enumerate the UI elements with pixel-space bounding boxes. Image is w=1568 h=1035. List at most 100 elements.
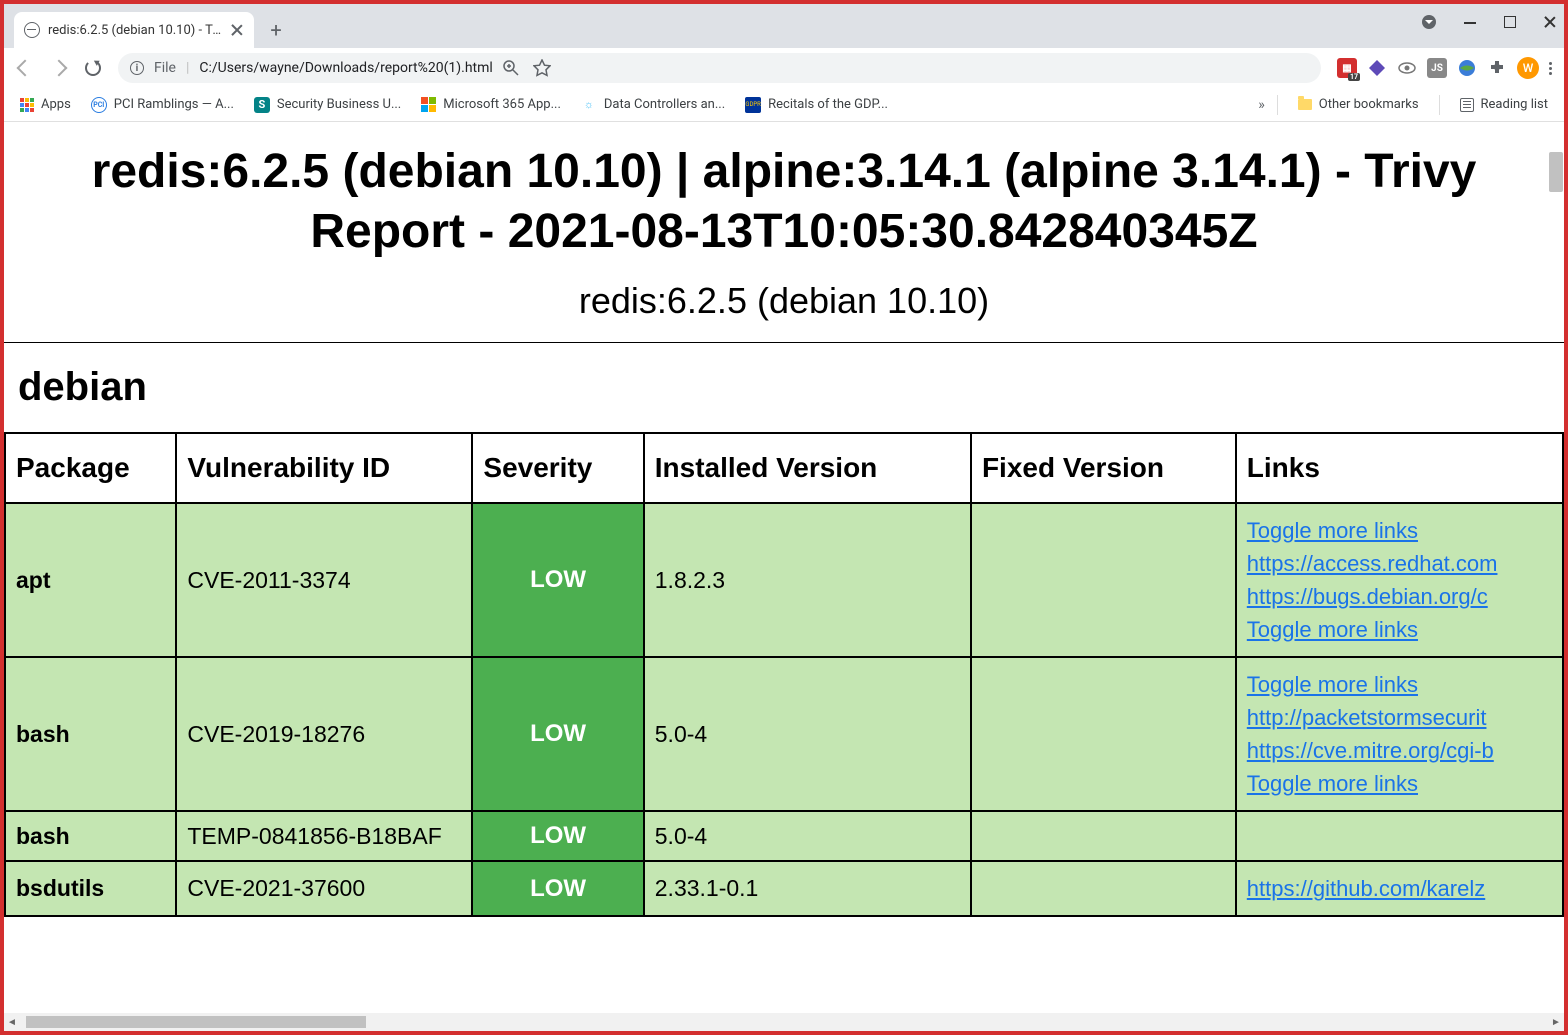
scroll-right-icon[interactable]: ► [1548, 1014, 1564, 1030]
globe-icon [24, 22, 40, 38]
extension-icon-1[interactable]: ▦17 [1337, 58, 1357, 78]
vuln-link[interactable]: https://cve.mitre.org/cgi-b [1247, 734, 1552, 767]
section-heading: debian [4, 343, 1564, 432]
cell-installed: 5.0-4 [644, 657, 971, 811]
cell-installed: 2.33.1-0.1 [644, 861, 971, 916]
cell-installed: 1.8.2.3 [644, 503, 971, 657]
extension-icon-2[interactable] [1367, 58, 1387, 78]
report-subtitle: redis:6.2.5 (debian 10.10) [4, 280, 1564, 342]
vuln-link[interactable]: http://packetstormsecurit [1247, 701, 1552, 734]
reading-list-icon [1460, 98, 1474, 112]
minimize-icon[interactable] [1464, 16, 1476, 28]
vuln-link[interactable]: Toggle more links [1247, 514, 1552, 547]
account-chevron-icon[interactable] [1422, 15, 1436, 29]
cell-links [1236, 811, 1563, 861]
report-content: redis:6.2.5 (debian 10.10) | alpine:3.14… [4, 122, 1564, 917]
col-package: Package [5, 433, 176, 503]
cell-package: apt [5, 503, 176, 657]
microsoft-icon [421, 97, 436, 112]
vertical-scrollbar[interactable] [1548, 122, 1564, 1013]
vulnerability-table: Package Vulnerability ID Severity Instal… [4, 432, 1564, 917]
cell-vuln: CVE-2021-37600 [176, 861, 472, 916]
sharepoint-icon: S [254, 97, 270, 113]
address-row: i File | C:/Users/wayne/Downloads/report… [4, 48, 1564, 88]
forward-button[interactable] [50, 59, 68, 77]
cell-vuln: TEMP-0841856-B18BAF [176, 811, 472, 861]
reload-button[interactable] [84, 59, 102, 77]
tab-title: redis:6.2.5 (debian 10.10) - Trivy R [48, 23, 222, 38]
cell-severity: LOW [472, 861, 643, 916]
new-tab-button[interactable]: + [262, 16, 290, 44]
url-scheme: File [154, 60, 176, 76]
cell-fixed [971, 861, 1236, 916]
eu-flag-icon: GDPR [745, 97, 761, 113]
maximize-icon[interactable] [1504, 16, 1516, 28]
hscroll-thumb[interactable] [26, 1016, 366, 1028]
vuln-link[interactable]: Toggle more links [1247, 767, 1552, 800]
zoom-icon[interactable] [503, 60, 519, 76]
apps-button[interactable]: Apps [12, 93, 79, 116]
back-button[interactable] [16, 59, 34, 77]
cell-severity: LOW [472, 503, 643, 657]
report-title: redis:6.2.5 (debian 10.10) | alpine:3.14… [4, 132, 1564, 280]
cell-links: https://github.com/karelz [1236, 861, 1563, 916]
scrollbar-thumb[interactable] [1549, 152, 1563, 192]
folder-icon [1298, 99, 1312, 110]
cell-package: bash [5, 657, 176, 811]
window-controls [1422, 4, 1556, 40]
extensions-row: ▦17 JS W [1337, 57, 1552, 79]
bookmark-pci[interactable]: PCI PCI Ramblings — A... [83, 93, 242, 117]
cell-links: Toggle more linkshttp://packetstormsecur… [1236, 657, 1563, 811]
cell-fixed [971, 811, 1236, 861]
cell-installed: 5.0-4 [644, 811, 971, 861]
vuln-link[interactable]: Toggle more links [1247, 668, 1552, 701]
cell-package: bash [5, 811, 176, 861]
bookmark-security[interactable]: S Security Business U... [246, 93, 409, 117]
bookmark-data-controllers[interactable]: ☼ Data Controllers an... [573, 93, 733, 117]
cell-vuln: CVE-2011-3374 [176, 503, 472, 657]
close-tab-icon[interactable] [230, 23, 244, 37]
vuln-link[interactable]: https://bugs.debian.org/c [1247, 580, 1552, 613]
col-fixed: Fixed Version [971, 433, 1236, 503]
cell-severity: LOW [472, 811, 643, 861]
vuln-link[interactable]: https://access.redhat.com [1247, 547, 1552, 580]
table-header-row: Package Vulnerability ID Severity Instal… [5, 433, 1563, 503]
extension-icon-5[interactable] [1457, 58, 1477, 78]
table-row: bashCVE-2019-18276LOW5.0-4 Toggle more li… [5, 657, 1563, 811]
chrome-menu-icon[interactable] [1549, 62, 1552, 75]
tab-strip: redis:6.2.5 (debian 10.10) - Trivy R + [4, 4, 1564, 48]
cell-fixed [971, 503, 1236, 657]
reading-list-button[interactable]: Reading list [1452, 93, 1556, 116]
browser-tab[interactable]: redis:6.2.5 (debian 10.10) - Trivy R [14, 12, 254, 48]
cell-severity: LOW [472, 657, 643, 811]
bookmark-gdpr[interactable]: GDPR Recitals of the GDP... [737, 93, 896, 117]
bookmarks-overflow-icon[interactable]: » [1258, 97, 1265, 113]
extension-icon-3[interactable] [1397, 58, 1417, 78]
col-installed: Installed Version [644, 433, 971, 503]
cell-vuln: CVE-2019-18276 [176, 657, 472, 811]
cell-links: Toggle more linkshttps://access.redhat.c… [1236, 503, 1563, 657]
extensions-puzzle-icon[interactable] [1487, 58, 1507, 78]
star-icon[interactable] [533, 59, 551, 77]
vuln-link[interactable]: Toggle more links [1247, 613, 1552, 646]
page-viewport: redis:6.2.5 (debian 10.10) | alpine:3.14… [4, 122, 1564, 1013]
site-info-icon[interactable]: i [130, 61, 144, 75]
col-links: Links [1236, 433, 1563, 503]
url-path: C:/Users/wayne/Downloads/report%20(1).ht… [199, 60, 492, 76]
close-window-icon[interactable] [1544, 16, 1556, 28]
bookmark-microsoft[interactable]: Microsoft 365 App... [413, 93, 569, 116]
extension-icon-4[interactable]: JS [1427, 58, 1447, 78]
table-row: aptCVE-2011-3374LOW1.8.2.3 Toggle more li… [5, 503, 1563, 657]
horizontal-scrollbar[interactable]: ◄ ► [4, 1013, 1564, 1031]
cell-fixed [971, 657, 1236, 811]
table-row: bashTEMP-0841856-B18BAFLOW5.0-4 [5, 811, 1563, 861]
other-bookmarks-button[interactable]: Other bookmarks [1290, 93, 1427, 116]
table-row: bsdutilsCVE-2021-37600LOW2.33.1-0.1 https… [5, 861, 1563, 916]
vuln-link[interactable]: https://github.com/karelz [1247, 872, 1552, 905]
scroll-left-icon[interactable]: ◄ [4, 1014, 20, 1030]
col-vuln: Vulnerability ID [176, 433, 472, 503]
cell-package: bsdutils [5, 861, 176, 916]
address-bar[interactable]: i File | C:/Users/wayne/Downloads/report… [118, 53, 1321, 83]
col-severity: Severity [472, 433, 643, 503]
profile-avatar[interactable]: W [1517, 57, 1539, 79]
